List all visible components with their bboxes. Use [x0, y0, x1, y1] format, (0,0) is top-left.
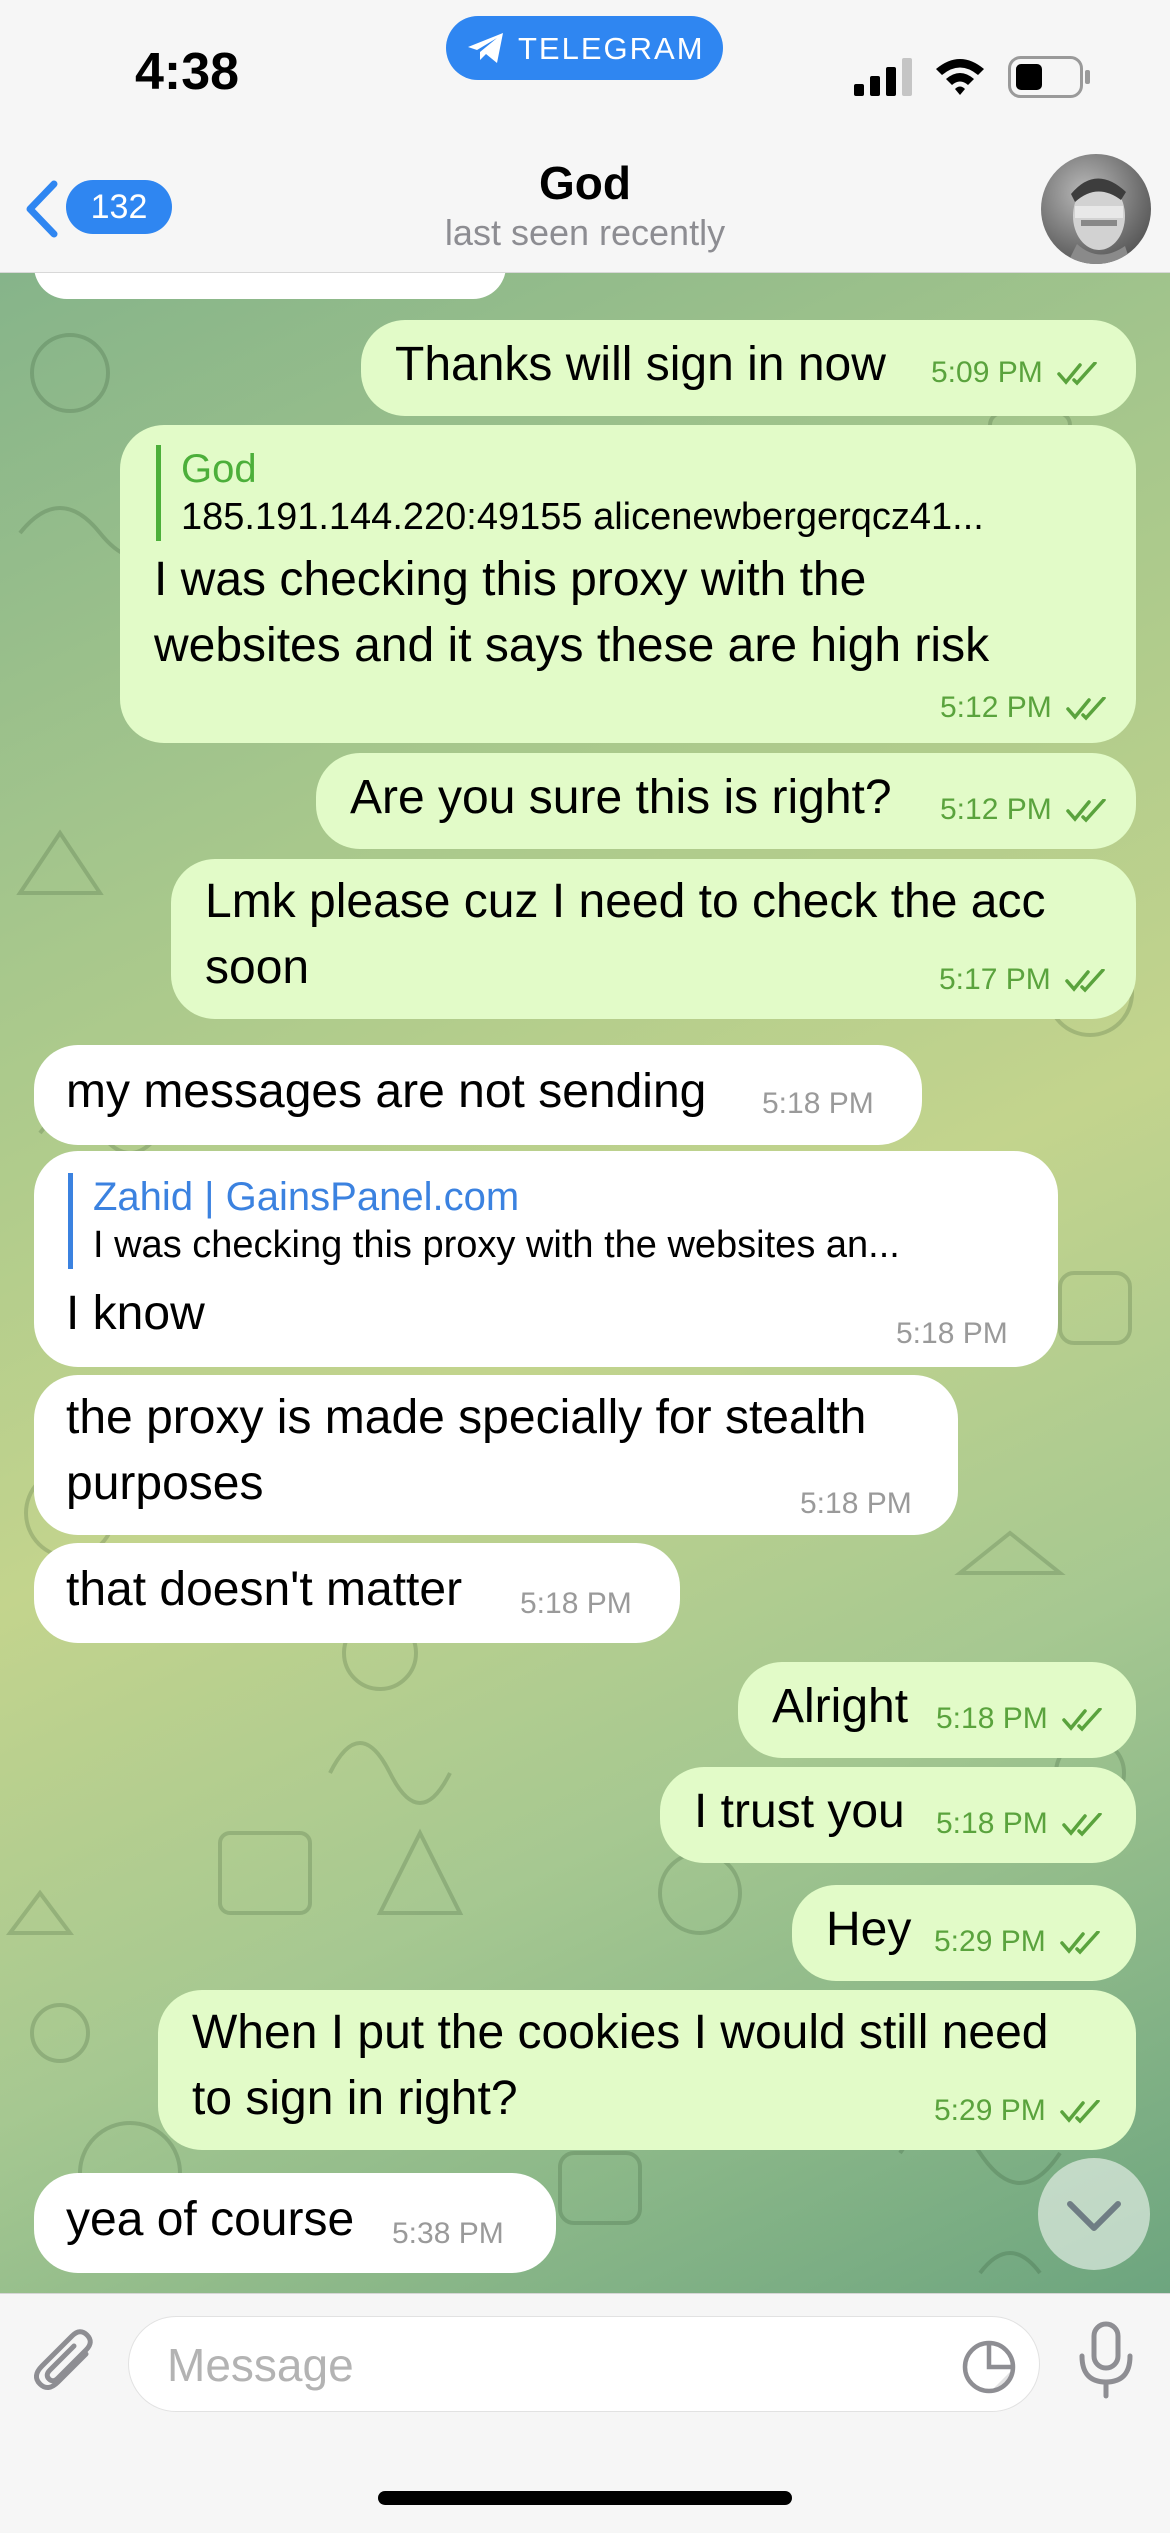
- home-indicator: [378, 2491, 792, 2505]
- read-checks-icon: [1057, 362, 1097, 386]
- message-time: 5:17 PM: [939, 963, 1051, 996]
- chat-area[interactable]: Thanks will sign in now 5:09 PM God 185.…: [0, 273, 1170, 2293]
- message-text: Are you sure this is right?: [350, 771, 892, 824]
- sticker-icon[interactable]: [961, 2339, 1017, 2395]
- message-text-line: purposes: [66, 1457, 264, 1510]
- message-input[interactable]: [165, 2317, 929, 2413]
- message-time: 5:12 PM: [940, 793, 1052, 826]
- message-bubble-incoming[interactable]: that doesn't matter 5:18 PM: [34, 1543, 680, 1643]
- message-meta: 5:12 PM: [940, 691, 1108, 725]
- reply-quote[interactable]: Zahid | GainsPanel.com I was checking th…: [68, 1173, 900, 1269]
- message-bubble-outgoing[interactable]: Lmk please cuz I need to check the acc s…: [171, 859, 1136, 1019]
- message-text-line: websites and it says these are high risk: [154, 619, 990, 672]
- telegram-pill[interactable]: TELEGRAM: [446, 16, 723, 80]
- microphone-icon[interactable]: [1076, 2320, 1136, 2400]
- message-time: 5:09 PM: [931, 356, 1043, 389]
- read-checks-icon: [1066, 697, 1106, 721]
- message-text: Hey: [826, 1903, 912, 1956]
- message-bubble-outgoing[interactable]: Hey 5:29 PM: [792, 1885, 1136, 1981]
- message-text: my messages are not sending: [66, 1065, 707, 1118]
- message-time: 5:18 PM: [936, 1702, 1048, 1735]
- message-text: that doesn't matter: [66, 1563, 463, 1616]
- message-bubble-outgoing[interactable]: I trust you 5:18 PM: [660, 1767, 1136, 1863]
- message-text-line: Lmk please cuz I need to check the acc: [205, 875, 1046, 928]
- reply-text: I was checking this proxy with the websi…: [93, 1224, 900, 1266]
- message-text: I know: [66, 1287, 205, 1340]
- read-checks-icon: [1065, 969, 1105, 993]
- read-checks-icon: [1062, 1813, 1102, 1837]
- message-bubble-outgoing[interactable]: Are you sure this is right? 5:12 PM: [316, 753, 1136, 849]
- message-meta: 5:18 PM: [936, 1702, 1104, 1736]
- contact-status: last seen recently: [444, 212, 726, 253]
- message-meta: 5:29 PM: [934, 2094, 1102, 2128]
- read-checks-icon: [1060, 1931, 1100, 1955]
- message-text: yea of course: [66, 2193, 355, 2246]
- chat-header: 132 God last seen recently: [0, 140, 1170, 273]
- read-checks-icon: [1062, 1708, 1102, 1732]
- reply-author: God: [181, 447, 257, 491]
- message-meta: 5:18 PM: [936, 1807, 1104, 1841]
- read-checks-icon: [1060, 2100, 1100, 2124]
- wifi-icon: [936, 59, 984, 95]
- telegram-plane-icon: [468, 33, 503, 63]
- status-time: 4:38: [135, 43, 240, 101]
- message-time: 5:38 PM: [392, 2217, 504, 2250]
- message-bubble-outgoing[interactable]: When I put the cookies I would still nee…: [158, 1990, 1136, 2150]
- message-bubble-outgoing[interactable]: Thanks will sign in now 5:09 PM: [361, 320, 1136, 416]
- message-bubble-incoming[interactable]: Zahid | GainsPanel.com I was checking th…: [34, 1151, 1058, 1367]
- message-bubble-incoming[interactable]: the proxy is made specially for stealth …: [34, 1375, 958, 1535]
- message-time: 5:29 PM: [934, 1925, 1046, 1958]
- signal-icon: [854, 58, 912, 96]
- scroll-down-icon: [1067, 2201, 1121, 2231]
- statue-avatar-image: [1067, 178, 1131, 264]
- message-time: 5:18 PM: [896, 1317, 1008, 1350]
- message-time: 5:18 PM: [762, 1087, 874, 1120]
- message-text-line: I was checking this proxy with the: [154, 553, 867, 606]
- message-meta: 5:17 PM: [939, 963, 1107, 997]
- message-text: Alright: [772, 1680, 909, 1733]
- attach-icon[interactable]: [28, 2324, 102, 2404]
- scroll-to-bottom-button[interactable]: [1038, 2158, 1150, 2270]
- message-bubble-incoming[interactable]: yea of course 5:38 PM: [34, 2173, 556, 2273]
- avatar[interactable]: [1041, 154, 1151, 264]
- reply-text: 185.191.144.220:49155 alicenewbergerqcz4…: [181, 496, 984, 538]
- message-text: Thanks will sign in now: [395, 338, 886, 391]
- message-meta: 5:29 PM: [934, 1925, 1102, 1959]
- message-time: 5:18 PM: [936, 1807, 1048, 1840]
- message-field[interactable]: [128, 2316, 1040, 2413]
- message-text-line: the proxy is made specially for stealth: [66, 1391, 867, 1444]
- contact-name[interactable]: God: [0, 156, 1170, 210]
- message-time: 5:29 PM: [934, 2094, 1046, 2127]
- message-text-line: soon: [205, 941, 310, 994]
- message-time: 5:12 PM: [940, 691, 1052, 724]
- message-meta: 5:09 PM: [931, 356, 1099, 390]
- reply-quote[interactable]: God 185.191.144.220:49155 alicenewberger…: [156, 445, 984, 541]
- composer-bar: [0, 2293, 1170, 2533]
- message-meta: 5:12 PM: [940, 793, 1108, 827]
- message-text-line: When I put the cookies I would still nee…: [192, 2006, 1049, 2059]
- message-bubble-partial: [34, 273, 506, 299]
- message-text-line: to sign in right?: [192, 2072, 518, 2125]
- message-text: I trust you: [694, 1785, 905, 1838]
- battery-icon: [1008, 56, 1090, 98]
- read-checks-icon: [1066, 799, 1106, 823]
- status-bar: 4:38 TELEGRAM: [0, 0, 1170, 140]
- message-time: 5:18 PM: [520, 1587, 632, 1620]
- message-bubble-outgoing[interactable]: Alright 5:18 PM: [738, 1662, 1136, 1758]
- message-bubble-outgoing[interactable]: God 185.191.144.220:49155 alicenewberger…: [120, 425, 1136, 743]
- message-bubble-incoming[interactable]: my messages are not sending 5:18 PM: [34, 1045, 922, 1145]
- reply-author: Zahid | GainsPanel.com: [93, 1175, 520, 1219]
- telegram-pill-label: TELEGRAM: [518, 31, 705, 66]
- message-time: 5:18 PM: [800, 1487, 912, 1520]
